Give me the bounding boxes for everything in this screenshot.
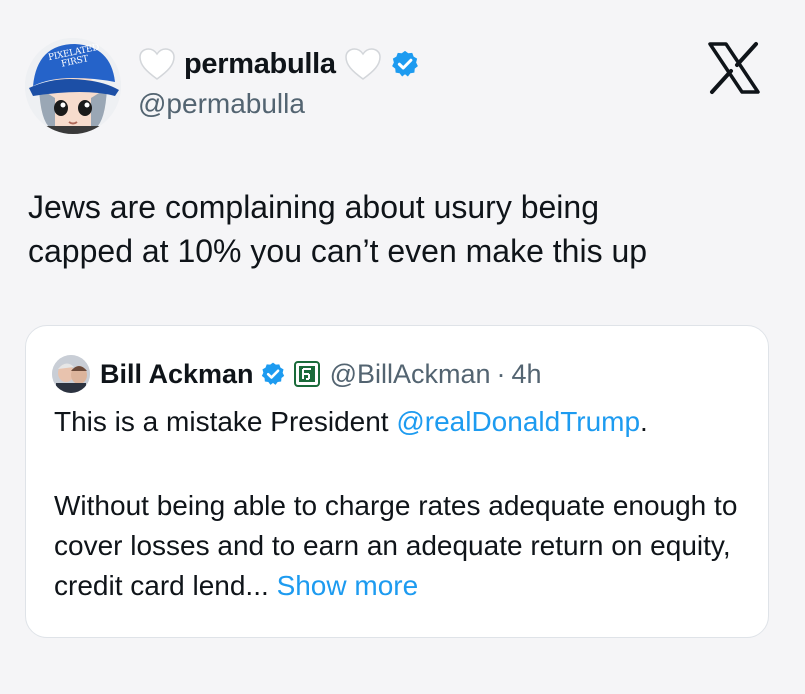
affiliate-badge-icon[interactable] <box>293 361 320 387</box>
quoted-author-name[interactable]: Bill Ackman <box>100 359 254 390</box>
verified-badge-icon <box>391 50 418 77</box>
author-name-row: permabulla <box>138 44 420 84</box>
show-more-link[interactable]: Show more <box>277 570 419 601</box>
white-heart-icon <box>344 48 381 80</box>
white-heart-icon <box>139 48 175 80</box>
tweet-text: Jews are complaining about usury being c… <box>28 189 648 269</box>
quoted-tweet-body: Without being able to charge rates adequ… <box>54 486 754 606</box>
timestamp-separator: · <box>496 358 506 389</box>
quoted-author-avatar[interactable] <box>52 355 90 393</box>
quoted-tweet-card[interactable]: Bill Ackman @BillAckman · 4h This is a m… <box>25 325 769 638</box>
quoted-avatar-illustration <box>52 355 90 393</box>
x-logo-icon[interactable] <box>706 40 762 96</box>
quoted-author-handle[interactable]: @BillAckman <box>330 359 491 390</box>
quoted-text-prefix: This is a mistake President <box>54 406 397 437</box>
author-handle[interactable]: @permabulla <box>138 88 305 120</box>
quoted-tweet-time[interactable]: 4h <box>512 359 542 390</box>
quoted-tweet-first-line: This is a mistake President @realDonaldT… <box>54 406 648 438</box>
mention-link[interactable]: @realDonaldTrump <box>396 406 640 437</box>
verified-badge-icon <box>261 362 284 385</box>
author-display-name[interactable]: permabulla <box>184 48 336 81</box>
quoted-tweet-header: Bill Ackman @BillAckman · 4h <box>52 355 542 393</box>
quoted-text-suffix: . <box>640 406 648 437</box>
author-avatar[interactable]: PIXELATED FIRST <box>25 38 121 134</box>
